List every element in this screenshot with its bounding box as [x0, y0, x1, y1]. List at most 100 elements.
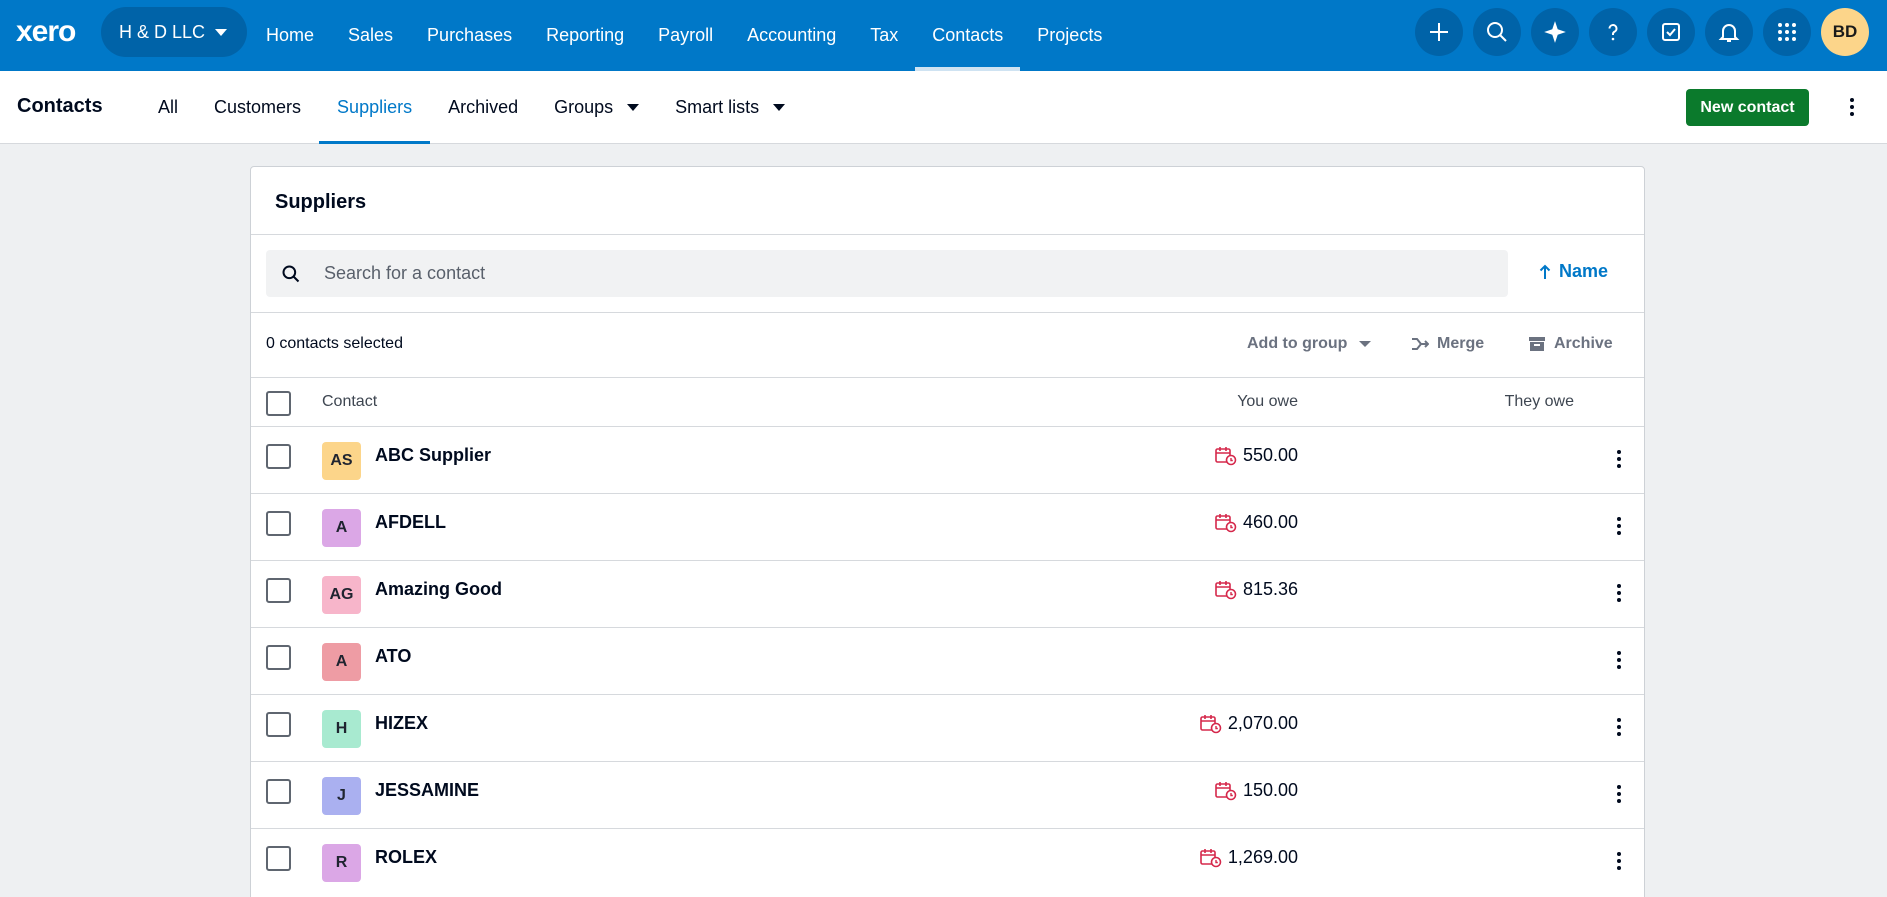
tab-label: Suppliers [337, 96, 413, 117]
nav-sales[interactable]: Sales [331, 0, 410, 71]
select-all-checkbox[interactable] [266, 391, 291, 416]
overdue-calendar-icon [1215, 513, 1237, 532]
amount-value: 1,269.00 [1227, 847, 1298, 867]
row-options-button[interactable] [1611, 782, 1627, 806]
xero-logo[interactable]: xero [16, 16, 86, 48]
contact-name[interactable]: AFDELL [375, 512, 446, 533]
more-icon [1617, 718, 1621, 722]
search-button[interactable] [1473, 8, 1521, 56]
add-button[interactable] [1415, 8, 1463, 56]
tab-suppliers[interactable]: Suppliers [319, 71, 431, 144]
overdue-calendar-icon [1215, 580, 1237, 599]
tab-label: Groups [554, 96, 614, 117]
sort-by-name-button[interactable]: Name [1539, 261, 1608, 282]
you-owe-amount: 2,070.00 [1200, 713, 1298, 734]
more-icon [1617, 598, 1621, 602]
row-checkbox[interactable] [266, 511, 291, 536]
avatar: A [322, 643, 361, 681]
row-checkbox[interactable] [266, 578, 291, 603]
row-options-button[interactable] [1611, 648, 1627, 672]
table-row[interactable]: J JESSAMINE 150.00 [251, 761, 1644, 828]
contact-name[interactable]: Amazing Good [375, 579, 502, 600]
nav-accounting[interactable]: Accounting [730, 0, 853, 71]
avatar: AG [322, 576, 361, 614]
page-title: Contacts [17, 95, 103, 117]
row-options-button[interactable] [1611, 514, 1627, 538]
table-row[interactable]: R ROLEX 1,269.00 [251, 828, 1644, 895]
chevron-down-icon [1359, 341, 1372, 347]
more-icon [1617, 651, 1621, 655]
row-checkbox[interactable] [266, 846, 291, 871]
table-row[interactable]: A AFDELL 460.00 [251, 493, 1644, 560]
tab-groups[interactable]: Groups [536, 71, 657, 143]
row-checkbox[interactable] [266, 712, 291, 737]
more-icon [1617, 457, 1621, 461]
search-input[interactable] [324, 263, 1224, 284]
merge-icon [1412, 338, 1429, 350]
column-header-contact[interactable]: Contact [322, 393, 377, 411]
table-row[interactable]: AG Amazing Good 815.36 [251, 560, 1644, 627]
nav-projects[interactable]: Projects [1020, 0, 1119, 71]
row-options-button[interactable] [1611, 715, 1627, 739]
help-icon [1608, 24, 1618, 41]
action-label: Archive [1554, 335, 1613, 352]
suppliers-card: Suppliers Name 0 contacts selected Add t… [250, 166, 1645, 897]
notifications-button[interactable] [1705, 8, 1753, 56]
contact-name[interactable]: ROLEX [375, 847, 437, 868]
row-options-button[interactable] [1611, 849, 1627, 873]
more-icon [1617, 584, 1621, 588]
you-owe-amount: 1,269.00 [1200, 847, 1298, 868]
nav-reporting[interactable]: Reporting [529, 0, 641, 71]
archive-button[interactable]: Archive [1528, 335, 1613, 353]
contact-name[interactable]: ATO [375, 646, 411, 667]
nav-actions: BD [1415, 8, 1869, 56]
plus-icon [1430, 23, 1448, 41]
user-avatar[interactable]: BD [1821, 8, 1869, 56]
contact-name[interactable]: HIZEX [375, 713, 428, 734]
column-header-you-owe[interactable]: You owe [1237, 393, 1298, 411]
more-icon [1617, 799, 1621, 803]
more-icon [1617, 665, 1621, 669]
tasks-button[interactable] [1647, 8, 1695, 56]
tab-customers[interactable]: Customers [196, 71, 319, 143]
you-owe-amount: 460.00 [1215, 512, 1298, 533]
merge-button[interactable]: Merge [1411, 335, 1484, 353]
card-title: Suppliers [275, 191, 367, 213]
more-icon [1617, 785, 1621, 789]
more-icon [1617, 725, 1621, 729]
apps-button[interactable] [1763, 8, 1811, 56]
add-to-group-button[interactable]: Add to group [1247, 335, 1372, 353]
row-checkbox[interactable] [266, 444, 291, 469]
ai-assistant-button[interactable] [1531, 8, 1579, 56]
nav-tax[interactable]: Tax [853, 0, 915, 71]
action-label: Add to group [1247, 335, 1348, 352]
nav-payroll[interactable]: Payroll [641, 0, 730, 71]
tab-all[interactable]: All [140, 71, 196, 143]
nav-contacts[interactable]: Contacts [915, 0, 1021, 71]
row-checkbox[interactable] [266, 645, 291, 670]
table-row[interactable]: A ATO [251, 627, 1644, 694]
nav-purchases[interactable]: Purchases [410, 0, 529, 71]
bell-icon [1718, 24, 1740, 42]
row-options-button[interactable] [1611, 581, 1627, 605]
contact-name[interactable]: ABC Supplier [375, 445, 491, 466]
search-icon [1487, 22, 1507, 42]
chevron-down-icon [215, 28, 228, 36]
row-checkbox[interactable] [266, 779, 291, 804]
table-row[interactable]: AS ABC Supplier 550.00 [251, 426, 1644, 493]
column-header-they-owe[interactable]: They owe [1505, 393, 1574, 411]
tab-smart-lists[interactable]: Smart lists [657, 71, 803, 143]
more-options-button[interactable] [1842, 95, 1862, 119]
help-button[interactable] [1589, 8, 1637, 56]
new-contact-button[interactable]: New contact [1686, 89, 1809, 126]
table-row[interactable]: H HIZEX 2,070.00 [251, 694, 1644, 761]
row-options-button[interactable] [1611, 447, 1627, 471]
arrow-up-icon [1539, 264, 1551, 279]
nav-home[interactable]: Home [249, 0, 331, 71]
divider [251, 312, 1644, 313]
avatar: R [322, 844, 361, 882]
more-icon [1617, 591, 1621, 595]
organisation-switcher[interactable]: H & D LLC [101, 7, 247, 57]
contact-name[interactable]: JESSAMINE [375, 780, 479, 801]
tab-archived[interactable]: Archived [430, 71, 536, 143]
